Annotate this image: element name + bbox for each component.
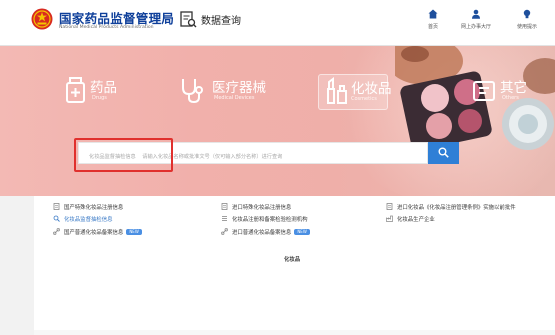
others-icon bbox=[473, 81, 495, 101]
link-icon bbox=[53, 228, 60, 235]
doc-icon bbox=[53, 203, 60, 210]
drug-icon bbox=[66, 77, 85, 103]
link-label: 化妆品监督抽检信息 bbox=[64, 216, 113, 223]
nav-usage-tips[interactable]: 使用提示 bbox=[503, 9, 551, 39]
data-query-link[interactable]: 数据查询 bbox=[180, 9, 241, 29]
site-header: 国家药品监督管理局 National Medical Products Admi… bbox=[0, 0, 555, 46]
link-imported-special-cosmetics-registration[interactable]: 进口特殊化妆品注册信息 bbox=[221, 202, 291, 211]
panel-bottom-strip bbox=[34, 330, 555, 335]
nav-home-label: 首页 bbox=[427, 24, 438, 30]
link-cosmetics-inspection-info[interactable]: 化妆品监督抽检信息 bbox=[53, 214, 113, 223]
doc-icon bbox=[221, 203, 228, 210]
category-medical-devices-label: 医疗器械 bbox=[212, 80, 266, 96]
category-others[interactable]: 其它 Others bbox=[470, 74, 540, 110]
link-imported-ordinary-cosmetics-filing[interactable]: 进口普通化妆品备案信息 NEW bbox=[221, 227, 310, 236]
link-icon bbox=[221, 228, 228, 235]
data-query-label: 数据查询 bbox=[201, 15, 241, 27]
category-cosmetics-en: Cosmetics bbox=[351, 96, 377, 102]
search-icon bbox=[53, 215, 60, 222]
section-footer-label: 化妆品 bbox=[284, 257, 301, 263]
link-label: 进口普通化妆品备案信息 bbox=[232, 229, 292, 236]
link-label: 国产特殊化妆品注册信息 bbox=[64, 204, 124, 211]
category-medical-devices-en: Medical Devices bbox=[214, 95, 255, 101]
link-domestic-special-cosmetics-registration[interactable]: 国产特殊化妆品注册信息 bbox=[53, 202, 123, 211]
link-label: 进口特殊化妆品注册信息 bbox=[232, 204, 292, 211]
list-icon bbox=[222, 216, 227, 221]
link-imported-cosmetics-pre-regulation-approvals[interactable]: 进口化妆品《化妆品注册管理条例》实施以前批件 bbox=[386, 202, 516, 211]
home-icon bbox=[428, 9, 438, 19]
nav-usage-tips-label: 使用提示 bbox=[516, 24, 537, 30]
cosmetics-icon bbox=[327, 77, 347, 104]
category-banner: 药品 Drugs 医疗器械 Medical Devices 化妆品 Cosmet… bbox=[0, 46, 555, 196]
link-testing-institutions[interactable]: 化妆品注册和备案检验检测机构 bbox=[221, 214, 307, 223]
link-label: 化妆品注册和备案检验检测机构 bbox=[232, 216, 308, 223]
search-box bbox=[78, 142, 428, 167]
nav-home[interactable]: 首页 bbox=[409, 9, 457, 39]
nav-online-service-label: 网上办事大厅 bbox=[460, 24, 491, 30]
search-button[interactable] bbox=[428, 142, 459, 164]
category-drugs-label: 药品 bbox=[90, 80, 117, 96]
site-subtitle: National Medical Products Administration bbox=[59, 25, 154, 30]
category-others-en: Others bbox=[502, 95, 519, 101]
cosmetics-illustration bbox=[395, 46, 555, 151]
link-label: 进口化妆品《化妆品注册管理条例》实施以前批件 bbox=[397, 204, 516, 211]
category-drugs[interactable]: 药品 Drugs bbox=[62, 74, 130, 110]
category-cosmetics-label: 化妆品 bbox=[351, 81, 392, 97]
category-medical-devices[interactable]: 医疗器械 Medical Devices bbox=[178, 74, 278, 110]
lightbulb-icon bbox=[523, 9, 531, 19]
link-cosmetics-manufacturers[interactable]: 化妆品生产企业 bbox=[386, 214, 435, 223]
new-badge: NEW bbox=[294, 228, 310, 235]
query-links-panel: 国产特殊化妆品注册信息 进口特殊化妆品注册信息 进口化妆品《化妆品注册管理条例》… bbox=[34, 196, 555, 335]
category-cosmetics[interactable]: 化妆品 Cosmetics bbox=[318, 74, 392, 110]
link-domestic-ordinary-cosmetics-filing[interactable]: 国产普通化妆品备案信息 NEW bbox=[53, 227, 142, 236]
new-badge: NEW bbox=[126, 228, 142, 235]
category-drugs-en: Drugs bbox=[92, 95, 107, 101]
nav-online-service-hall[interactable]: 网上办事大厅 bbox=[452, 9, 500, 39]
search-icon bbox=[438, 147, 449, 158]
factory-icon bbox=[386, 215, 393, 222]
stethoscope-icon bbox=[182, 79, 203, 104]
link-label: 化妆品生产企业 bbox=[397, 216, 435, 223]
data-query-icon bbox=[180, 10, 197, 27]
search-input[interactable] bbox=[79, 147, 427, 167]
doc-icon bbox=[386, 203, 393, 210]
category-others-label: 其它 bbox=[500, 80, 527, 96]
national-emblem-icon bbox=[31, 8, 53, 30]
user-icon bbox=[472, 9, 480, 19]
link-label: 国产普通化妆品备案信息 bbox=[64, 229, 124, 236]
